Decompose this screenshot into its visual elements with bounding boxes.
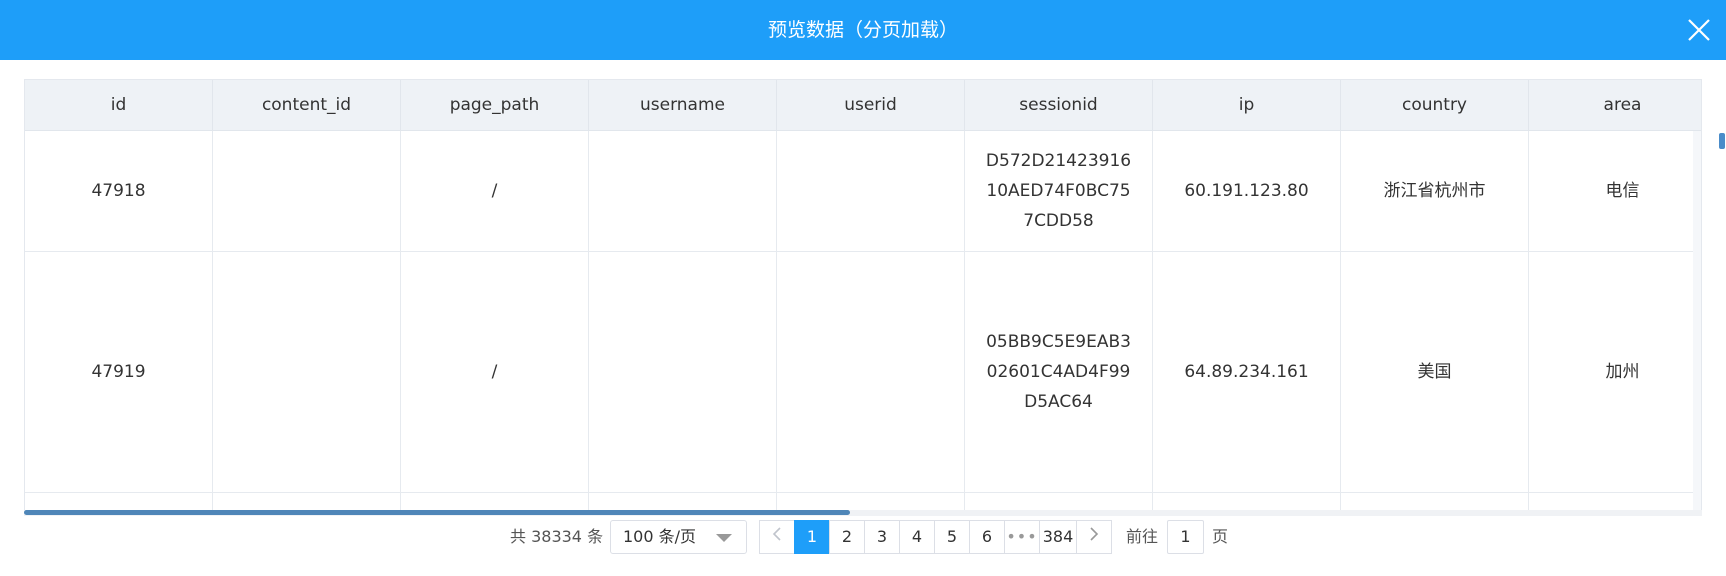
horizontal-scrollbar-thumb[interactable]	[24, 510, 850, 515]
cell-userid	[777, 252, 965, 492]
table-row[interactable]: 47918 / D572D21423916 10AED74F0BC75 7CDD58 60…	[25, 131, 1695, 252]
chevron-down-icon	[716, 534, 732, 542]
goto-unit-label: 页	[1212, 527, 1229, 546]
dialog-header: 预览数据（分页加载）	[0, 0, 1726, 60]
cell-ip: 60.191.123.80	[1153, 131, 1341, 251]
cell-page_path: /	[401, 131, 589, 251]
page-last[interactable]: 384	[1039, 520, 1077, 554]
close-icon[interactable]	[1682, 13, 1716, 47]
prev-page-button[interactable]	[759, 520, 795, 554]
cell-username	[589, 252, 777, 492]
cell-id: 47918	[25, 131, 213, 251]
cell-username	[589, 131, 777, 251]
page-3[interactable]: 3	[864, 520, 900, 554]
page-1[interactable]: 1	[794, 520, 830, 554]
column-header-page_path[interactable]: page_path	[401, 80, 589, 131]
table-header: id content_id page_path username userid sessi…	[25, 80, 1701, 131]
page-4[interactable]: 4	[899, 520, 935, 554]
cell-content_id	[213, 131, 401, 251]
column-header-sessionid[interactable]: sessionid	[965, 80, 1153, 131]
table-row[interactable]: 47919 / 05BB9C5E9EAB3 02601C4AD4F99 D5AC64 64…	[25, 252, 1695, 493]
pagination: 共 38334 条 100 条/页 1 2 3 4 5 6 ••• 384 前往 1 页	[0, 520, 1726, 554]
page-6[interactable]: 6	[969, 520, 1005, 554]
page-size-select[interactable]: 100 条/页	[610, 520, 747, 554]
column-header-country[interactable]: country	[1341, 80, 1529, 131]
cell-country: 美国	[1341, 252, 1529, 492]
column-header-content_id[interactable]: content_id	[213, 80, 401, 131]
cell-area: 加州	[1529, 252, 1695, 492]
column-header-username[interactable]: username	[589, 80, 777, 131]
goto-label: 前往	[1126, 527, 1159, 546]
column-header-area[interactable]: area	[1529, 80, 1701, 131]
page-2[interactable]: 2	[829, 520, 865, 554]
cell-sessionid: D572D21423916 10AED74F0BC75 7CDD58	[965, 131, 1153, 251]
table-body[interactable]: 47918 / D572D21423916 10AED74F0BC75 7CDD58 60…	[25, 131, 1695, 514]
cell-id: 47919	[25, 252, 213, 492]
dialog-title: 预览数据（分页加载）	[767, 19, 958, 41]
cell-content_id	[213, 252, 401, 492]
more-pages-button[interactable]: •••	[1004, 520, 1040, 554]
chevron-right-icon	[1090, 527, 1099, 541]
total-count: 共 38334 条	[510, 527, 604, 546]
cell-area: 电信	[1529, 131, 1695, 251]
vertical-scrollbar[interactable]	[1693, 131, 1701, 514]
vertical-scrollbar-thumb[interactable]	[1719, 133, 1725, 149]
next-page-button[interactable]	[1076, 520, 1112, 554]
cell-page_path: /	[401, 252, 589, 492]
cell-ip: 64.89.234.161	[1153, 252, 1341, 492]
page-list: 1 2 3 4 5 6 ••• 384	[759, 520, 1112, 554]
cell-country: 浙江省杭州市	[1341, 131, 1529, 251]
page-5[interactable]: 5	[934, 520, 970, 554]
goto-page-input[interactable]: 1	[1167, 520, 1204, 554]
cell-sessionid: 05BB9C5E9EAB3 02601C4AD4F99 D5AC64	[965, 252, 1153, 492]
column-header-id[interactable]: id	[25, 80, 213, 131]
chevron-left-icon	[772, 527, 781, 541]
column-header-ip[interactable]: ip	[1153, 80, 1341, 131]
cell-userid	[777, 131, 965, 251]
data-table: id content_id page_path username userid sessi…	[24, 79, 1702, 515]
page-size-value: 100 条/页	[623, 527, 697, 546]
column-header-userid[interactable]: userid	[777, 80, 965, 131]
